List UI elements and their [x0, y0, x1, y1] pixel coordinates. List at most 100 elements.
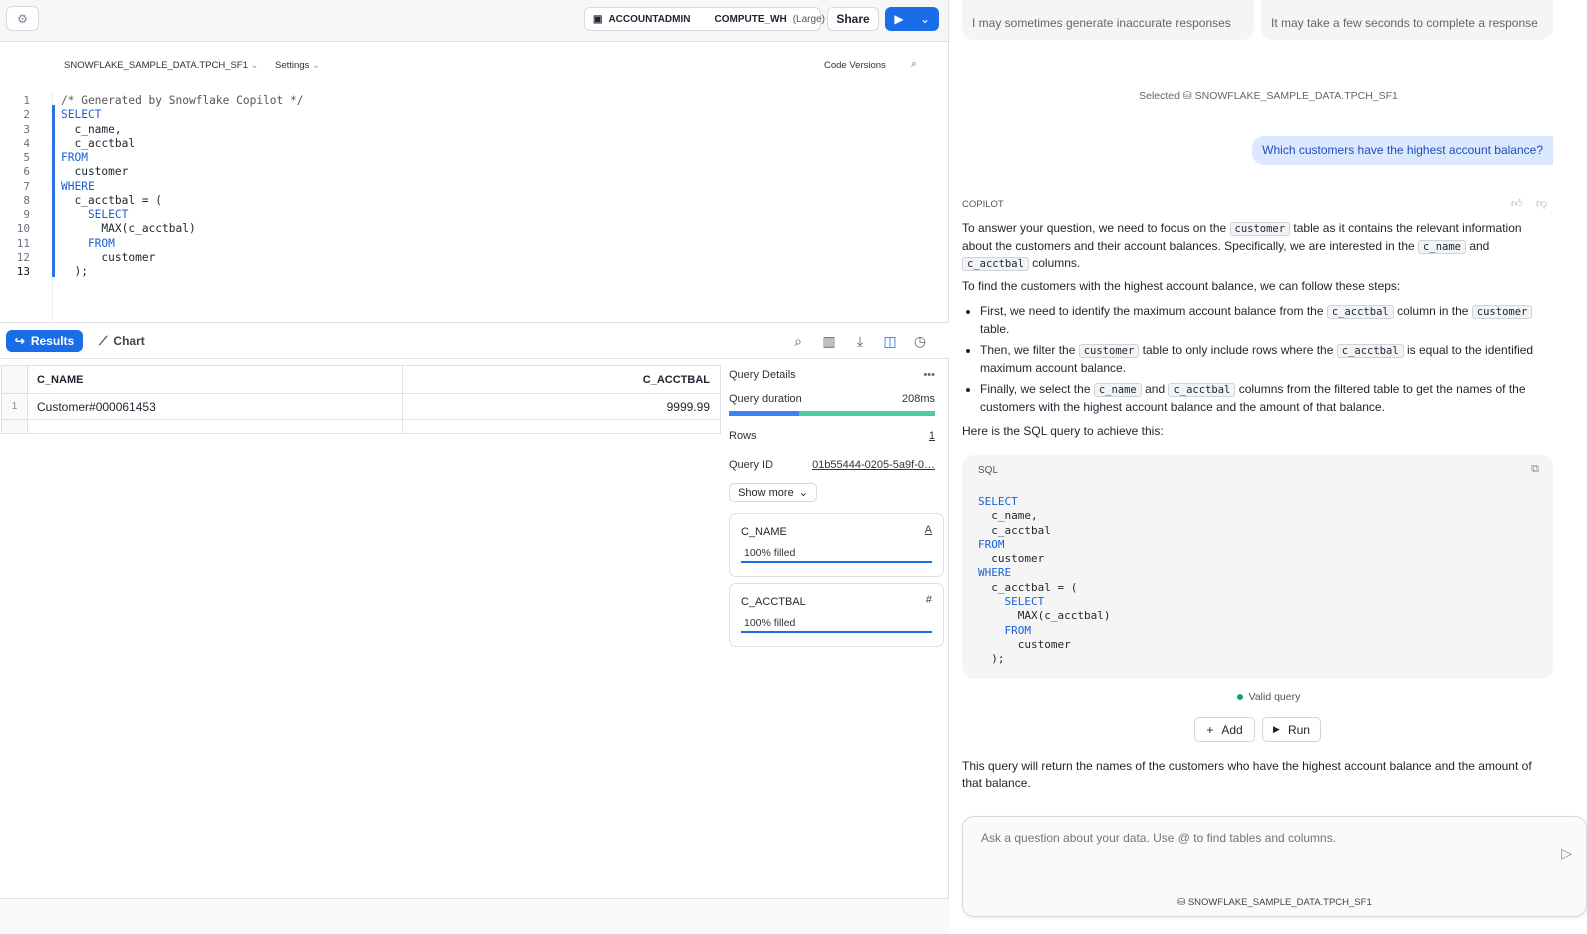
fill-bar	[741, 631, 932, 633]
column-card-c-acctbal[interactable]: C_ACCTBAL # 100% filled	[729, 583, 944, 647]
search-icon[interactable]: ⌕	[911, 58, 917, 71]
copilot-label: COPILOT	[962, 199, 1004, 210]
send-icon[interactable]: ▷	[1561, 845, 1572, 862]
chat-input[interactable]	[981, 831, 1521, 845]
tab-results[interactable]: ↪ Results	[6, 330, 83, 352]
thumbs-down-icon[interactable]: 👎︎	[1536, 197, 1547, 210]
plus-icon: +	[1206, 722, 1214, 737]
selected-db: SNOWFLAKE_SAMPLE_DATA.TPCH_SF1	[1194, 90, 1398, 102]
line-number: 10	[16, 222, 30, 236]
sliders-icon: ⚙	[17, 11, 28, 26]
query-id-label: Query ID	[729, 459, 774, 471]
sql-line: customer	[978, 637, 1071, 651]
history-icon[interactable]: ◷	[911, 332, 929, 350]
row-number-header	[2, 366, 28, 393]
column-header[interactable]: C_NAME	[28, 366, 403, 393]
line-number: 1	[23, 94, 30, 107]
steps-list: First, we need to identify the maximum a…	[962, 303, 1554, 420]
query-id-link[interactable]: 01b55444-0205-5a9f-0…	[812, 459, 935, 471]
user-message: Which customers have the highest account…	[1252, 136, 1553, 165]
role-label: ACCOUNTADMIN	[608, 13, 691, 25]
sql-line: SELECT	[978, 595, 1045, 609]
column-header[interactable]: C_ACCTBAL	[403, 366, 720, 393]
sql-line: );	[978, 652, 1005, 666]
text-type-icon: A	[924, 524, 932, 536]
sql-line: c_acctbal	[978, 523, 1051, 537]
results-table: C_NAME C_ACCTBAL 1 Customer#000061453 99…	[1, 365, 721, 434]
warehouse-size: (Large)	[792, 13, 825, 25]
duration-label: Query duration	[729, 393, 802, 405]
code-line: FROM	[61, 151, 88, 164]
chevron-down-icon: ⌄	[250, 60, 259, 71]
line-number: 9	[23, 208, 30, 221]
table-row[interactable]: 1 Customer#000061453 9999.99	[2, 394, 720, 420]
duration-bar	[729, 411, 935, 416]
cell-c-name[interactable]: Customer#000061453	[28, 394, 403, 419]
duration-bar-execute	[799, 411, 935, 416]
search-icon[interactable]: ⌕	[789, 332, 807, 350]
status-bar	[0, 898, 949, 934]
inline-code: c_acctbal	[1336, 344, 1404, 358]
chat-composer: ▷ ⛁ SNOWFLAKE_SAMPLE_DATA.TPCH_SF1	[962, 816, 1587, 917]
steps-intro: To find the customers with the highest a…	[962, 279, 1401, 293]
inline-code: customer	[1471, 305, 1533, 319]
show-more-button[interactable]: Show more ⌄	[729, 483, 817, 502]
filter-settings-button[interactable]: ⚙	[6, 6, 39, 31]
code-line: /* Generated by Snowflake Copilot */	[61, 94, 304, 107]
more-icon[interactable]: •••	[923, 369, 935, 381]
valid-dot	[1236, 694, 1243, 700]
download-icon[interactable]: ⤓	[851, 332, 869, 350]
copilot-panel: I may sometimes generate inaccurate resp…	[950, 0, 1587, 934]
details-title: Query Details	[729, 369, 796, 381]
sql-line: customer	[978, 552, 1045, 566]
duration-bar-compile	[729, 411, 800, 416]
valid-label: Valid query	[1248, 691, 1301, 703]
sql-line: SELECT	[978, 495, 1018, 508]
code-versions-button[interactable]: Code Versions	[824, 60, 886, 71]
settings-dropdown[interactable]: Settings ⌄	[275, 60, 320, 71]
list-item: Then, we filter the customer table to on…	[980, 342, 1554, 376]
rows-row: Rows 1	[729, 430, 935, 442]
chevron-down-icon[interactable]: ⌄	[912, 12, 938, 26]
settings-label: Settings	[275, 60, 310, 71]
inline-code: c_acctbal	[962, 257, 1029, 271]
add-button[interactable]: + Add	[1194, 717, 1255, 742]
code-line: customer	[61, 165, 129, 179]
number-type-icon: #	[925, 594, 932, 606]
cell-c-acctbal[interactable]: 9999.99	[403, 394, 720, 419]
results-toolbar: ↪ Results ⟋ Chart ⌕ ▥ ⤓ ◫ ◷	[0, 322, 949, 359]
copy-icon[interactable]: ⧉	[1531, 463, 1539, 476]
text-segment: column in the	[1393, 304, 1472, 318]
line-number: 2	[23, 108, 30, 122]
play-icon[interactable]: ▶	[886, 12, 912, 26]
sql-line: FROM	[978, 623, 1031, 637]
run-label: Run	[1287, 722, 1310, 737]
answer-summary: This query will return the names of the …	[962, 759, 1532, 790]
panel-toggle-icon[interactable]: ◫	[881, 332, 899, 350]
tab-chart[interactable]: ⟋ Chart	[99, 334, 145, 349]
column-card-c-name[interactable]: C_NAME A 100% filled	[729, 513, 944, 577]
code-line: c_acctbal = (	[61, 193, 163, 207]
list-item: Finally, we select the c_name and c_acct…	[980, 381, 1554, 415]
run-query-button[interactable]: ▶ Run	[1262, 717, 1321, 742]
text-segment: and	[1465, 238, 1490, 253]
sql-intro: Here is the SQL query to achieve this:	[962, 424, 1164, 438]
inline-code: customer	[1078, 344, 1140, 358]
line-number: 7	[23, 179, 30, 193]
columns-icon[interactable]: ▥	[820, 332, 838, 350]
database-label: SNOWFLAKE_SAMPLE_DATA.TPCH_SF1	[64, 60, 248, 71]
add-label: Add	[1221, 722, 1243, 737]
share-button[interactable]: Share	[827, 7, 879, 31]
database-selector[interactable]: SNOWFLAKE_SAMPLE_DATA.TPCH_SF1 ⌄	[64, 60, 259, 71]
inline-code: c_acctbal	[1168, 383, 1236, 397]
fill-label: 100% filled	[744, 547, 796, 559]
rows-label: Rows	[729, 430, 757, 442]
thumbs-up-icon[interactable]: 👍︎	[1511, 197, 1523, 210]
text-segment: columns.	[1028, 256, 1081, 270]
worksheet-pane: ⚙ ▣ ACCOUNTADMIN COMPUTE_WH (Large) Shar…	[0, 0, 949, 934]
context-selector[interactable]: ▣ ACCOUNTADMIN COMPUTE_WH (Large)	[584, 7, 825, 31]
tab-label: Chart	[113, 334, 145, 348]
text-segment: table.	[980, 321, 1010, 336]
run-button[interactable]: ▶ ⌄	[885, 7, 939, 31]
rows-value[interactable]: 1	[929, 430, 935, 442]
